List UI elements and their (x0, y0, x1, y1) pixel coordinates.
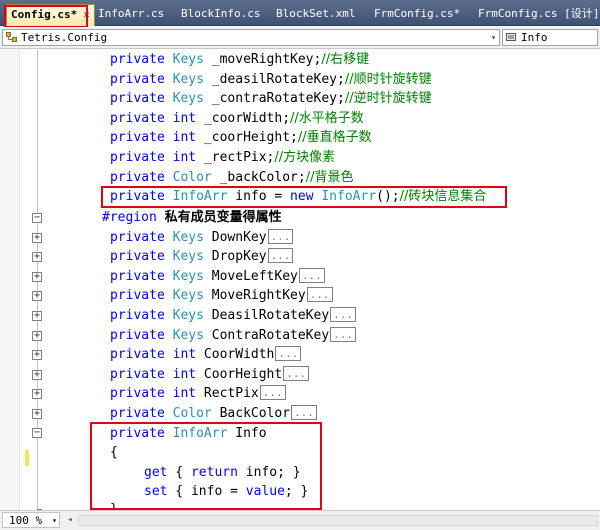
property-line: private int CoorWidth... (0, 345, 600, 365)
zoom-value: 100 % (9, 514, 43, 527)
property-line: private int CoorHeight... (0, 365, 600, 385)
tab-blockinfo-cs[interactable]: BlockInfo.cs (177, 4, 264, 26)
class-icon (6, 32, 17, 42)
tab-label: BlockInfo.cs (181, 7, 261, 20)
property-line-info: private InfoArr Info (110, 425, 267, 441)
tab-frmconfig-cs[interactable]: FrmConfig.cs* (370, 4, 464, 26)
property-line: private Keys DeasilRotateKey... (0, 306, 600, 326)
member-dropdown-value: Info (521, 31, 548, 44)
code-line: private int _coorWidth;//水平格子数 (110, 110, 364, 126)
code-line-info-field: private InfoArr info = new InfoArr();//砖… (110, 189, 487, 205)
tab-config-cs[interactable]: Config.cs* × (6, 4, 95, 26)
code-line: private int _coorHeight;//垂直格子数 (110, 130, 372, 146)
code-line: private Color _backColor;//背景色 (110, 169, 354, 185)
tab-label: Config.cs* (11, 8, 78, 21)
editor-bottom-bar: 100 % ▾ ◂ (0, 510, 600, 530)
tab-label: FrmConfig.cs [设计]* (478, 7, 600, 20)
navigation-bar: Tetris.Config ▾ Info (0, 27, 600, 49)
collapsed-body-button[interactable]: ... (306, 287, 333, 303)
close-tab-icon[interactable]: × (83, 8, 90, 21)
getter-line: get { return info; } (144, 464, 301, 480)
tab-infoarr-cs[interactable]: InfoArr.cs (94, 4, 168, 26)
property-line: private Keys ContraRotateKey... (0, 326, 600, 346)
close-brace-line: } (110, 502, 118, 510)
code-line: private int _rectPix;//方块像素 (110, 150, 336, 165)
chevron-down-icon: ▾ (52, 516, 57, 525)
property-line: private Keys MoveLeftKey... (0, 267, 600, 287)
tab-label: BlockSet.xml (276, 7, 356, 20)
collapsed-body-button[interactable]: ... (275, 346, 302, 362)
collapsed-body-button[interactable]: ... (330, 326, 357, 342)
horizontal-scrollbar[interactable] (78, 515, 598, 526)
property-line: private Color BackColor... (0, 404, 600, 424)
collapsed-body-button[interactable]: ... (259, 385, 286, 401)
chevron-down-icon: ▾ (491, 33, 496, 42)
type-dropdown-value: Tetris.Config (21, 31, 108, 44)
collapsed-body-button[interactable]: ... (267, 228, 294, 244)
code-line: private Keys _contraRotateKey;//逆时针旋转键 (110, 91, 432, 107)
property-line: private Keys DropKey... (0, 247, 600, 267)
scroll-left-icon[interactable]: ◂ (64, 514, 76, 526)
tab-frmconfig-designer[interactable]: FrmConfig.cs [设计]* (474, 4, 600, 26)
tab-label: FrmConfig.cs* (374, 7, 461, 20)
zoom-dropdown[interactable]: 100 % ▾ (2, 512, 60, 528)
collapsed-body-button[interactable]: ... (291, 405, 317, 420)
property-icon (506, 33, 516, 41)
collapsed-body-button[interactable]: ... (283, 365, 310, 381)
collapsed-body-button[interactable]: ... (330, 307, 357, 322)
code-editor[interactable]: private Keys _moveRightKey;//右移键 private… (0, 50, 600, 510)
document-tab-strip: Config.cs* × InfoArr.cs BlockInfo.cs Bloc… (0, 0, 600, 28)
property-line: private Keys DownKey... (0, 228, 600, 248)
tab-label: InfoArr.cs (98, 7, 165, 20)
type-dropdown[interactable]: Tetris.Config ▾ (2, 29, 500, 46)
open-brace-line: { (110, 445, 118, 461)
tab-blockset-xml[interactable]: BlockSet.xml (272, 4, 359, 26)
region-line: #region 私有成员变量得属性 (102, 210, 282, 225)
property-line: private Keys MoveRightKey... (0, 286, 600, 306)
collapsed-body-button[interactable]: ... (298, 267, 325, 283)
member-dropdown[interactable]: Info (502, 29, 598, 46)
code-line: private Keys _deasilRotateKey;//顺时针旋转键 (110, 71, 432, 87)
property-line: private int RectPix... (0, 384, 600, 404)
collapsed-body-button[interactable]: ... (267, 248, 294, 264)
code-line: private Keys _moveRightKey;//右移键 (110, 52, 370, 67)
